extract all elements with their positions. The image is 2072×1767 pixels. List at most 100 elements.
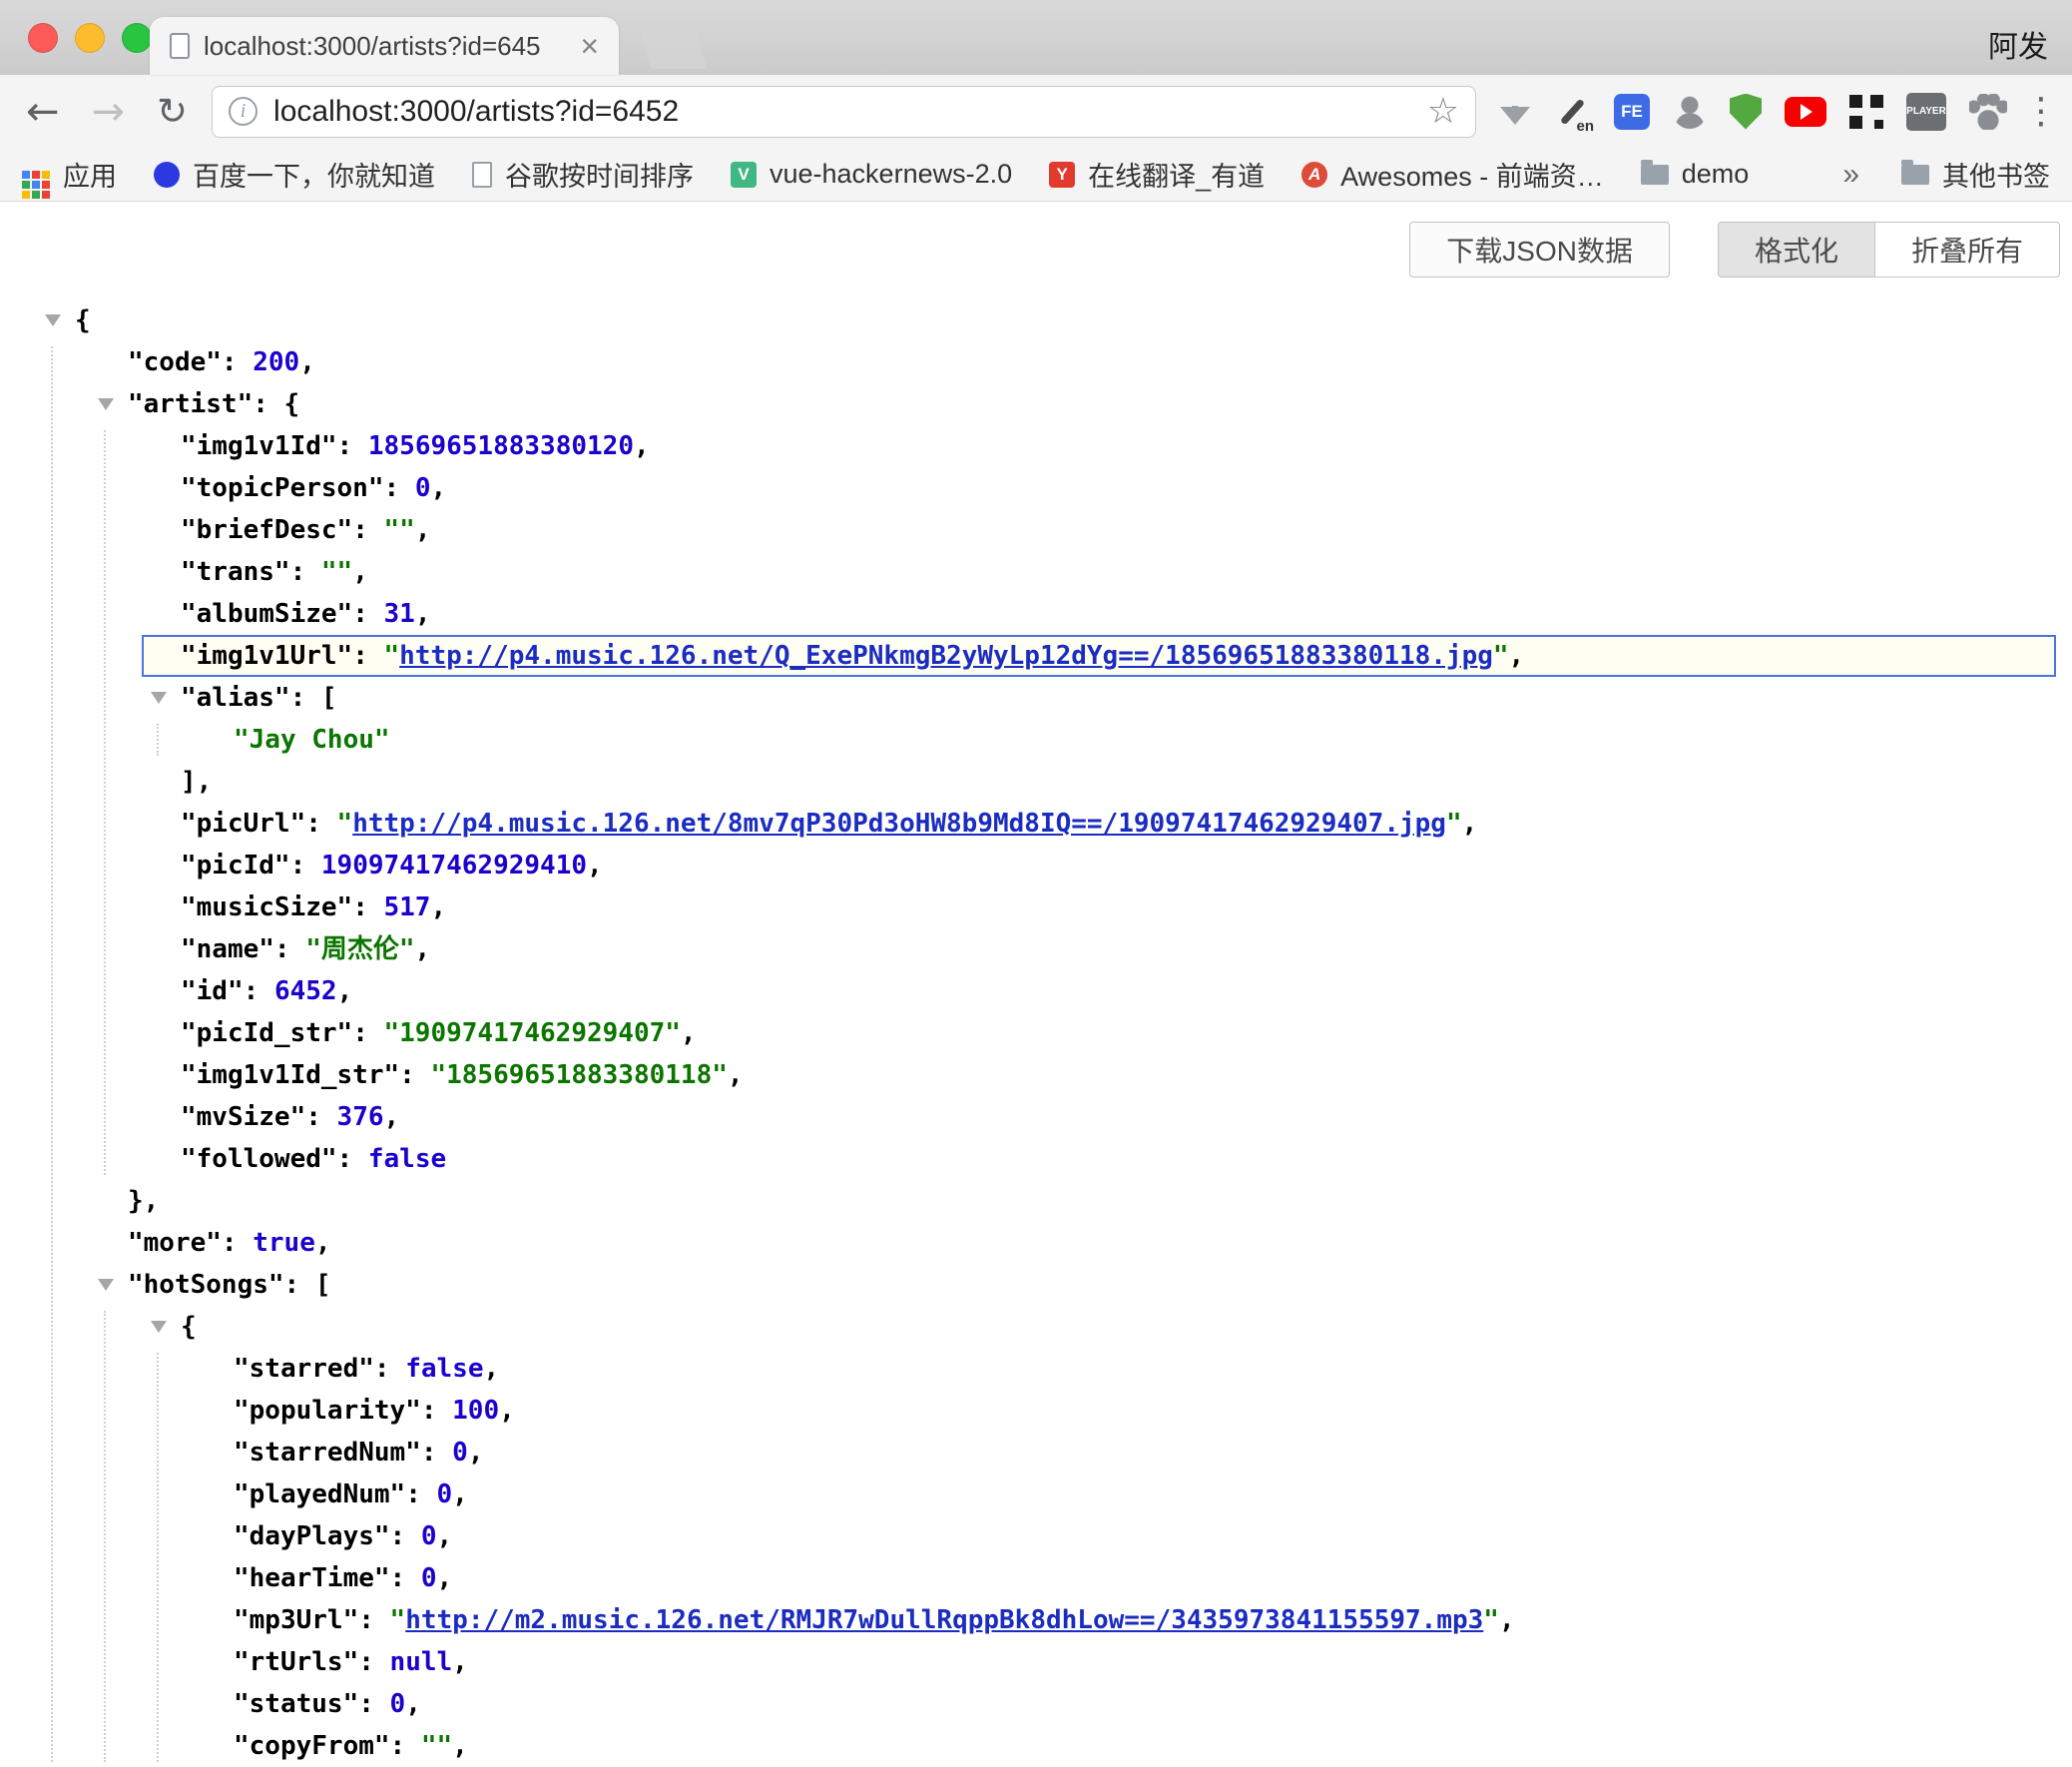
json-url-link[interactable]: http://p4.music.126.net/8mv7qP30Pd3oHW8b…	[352, 809, 1446, 839]
json-token: "starredNum"	[234, 1438, 421, 1468]
json-token: 376	[337, 1102, 384, 1132]
json-token: "周杰伦"	[305, 934, 414, 964]
json-token: ,	[384, 1102, 400, 1132]
json-token: :	[384, 473, 415, 503]
youtube-extension-icon[interactable]	[1785, 97, 1826, 127]
json-token: ,	[415, 934, 431, 964]
json-token: "popularity"	[234, 1396, 421, 1426]
collapse-triangle-icon[interactable]	[45, 314, 61, 326]
collapse-triangle-icon[interactable]	[151, 692, 167, 704]
profile-name[interactable]: 阿发	[1988, 22, 2048, 66]
site-info-icon[interactable]: i	[229, 97, 258, 126]
json-line: {	[0, 1306, 2072, 1348]
json-token: 0	[437, 1479, 453, 1509]
shield-extension-icon[interactable]	[1730, 94, 1762, 130]
fullscreen-window-button[interactable]	[122, 23, 152, 53]
json-line: "code": 200,	[0, 341, 2072, 383]
apps-icon	[22, 171, 30, 179]
en-badge: en	[1576, 118, 1594, 135]
tab-title: localhost:3000/artists?id=645	[204, 31, 570, 62]
json-token: "Jay Chou"	[234, 725, 390, 755]
new-tab-button[interactable]	[637, 19, 707, 69]
json-token: :	[290, 683, 321, 713]
browser-toolbar: ← → ↻ i localhost:3000/artists?id=6452 ☆…	[0, 75, 2072, 148]
tree-guide	[157, 724, 159, 756]
json-token: :	[222, 1228, 253, 1258]
json-line: "hotSongs": [	[0, 1264, 2072, 1306]
json-token: "briefDesc"	[181, 515, 352, 545]
tree-guide	[51, 346, 53, 1762]
collapse-triangle-icon[interactable]	[98, 398, 114, 410]
download-json-button[interactable]: 下载JSON数据	[1409, 222, 1670, 278]
funnel-extension-icon[interactable]	[1500, 107, 1530, 125]
json-token: null	[390, 1647, 453, 1677]
address-bar[interactable]: i localhost:3000/artists?id=6452 ☆	[212, 86, 1476, 138]
json-token: true	[253, 1228, 315, 1258]
json-token: "followed"	[181, 1144, 337, 1174]
json-token: ,	[587, 851, 603, 881]
bookmark-label: demo	[1682, 159, 1750, 190]
forward-button[interactable]: →	[92, 92, 126, 132]
bookmark-item[interactable]: Y在线翻译_有道	[1049, 155, 1265, 194]
json-url-link[interactable]: http://m2.music.126.net/RMJR7wDullRqppBk…	[405, 1605, 1483, 1635]
json-token: "img1v1Id"	[181, 431, 337, 461]
tab-close-icon[interactable]: ×	[580, 30, 599, 62]
json-token: ,	[315, 1228, 331, 1258]
json-token: ,	[452, 1647, 468, 1677]
bookmark-item[interactable]: 应用	[22, 155, 117, 194]
json-token: :	[390, 1563, 421, 1593]
minimize-window-button[interactable]	[75, 23, 105, 53]
json-line: "artist": {	[0, 383, 2072, 425]
back-button[interactable]: ←	[26, 92, 60, 132]
player-extension-icon[interactable]: PLAYER	[1906, 93, 1946, 131]
close-window-button[interactable]	[28, 23, 58, 53]
bookmark-item[interactable]: 百度一下，你就知道	[154, 155, 435, 194]
json-token: :	[305, 1102, 336, 1132]
json-line: "img1v1Id_str": "18569651883380118",	[0, 1054, 2072, 1096]
json-token: :	[358, 1605, 389, 1635]
person-extension-icon[interactable]	[1673, 95, 1707, 129]
bookmark-item[interactable]: 谷歌按时间排序	[472, 155, 694, 194]
browser-menu-icon[interactable]: ⋮	[2030, 91, 2052, 132]
json-token: :	[337, 431, 368, 461]
json-line: "Jay Chou"	[0, 719, 2072, 761]
json-token: ,	[499, 1396, 515, 1426]
page-favicon-icon	[170, 33, 190, 59]
json-token: "	[1493, 641, 1509, 671]
json-token: :	[222, 347, 253, 377]
url-text: localhost:3000/artists?id=6452	[273, 95, 1413, 129]
bookmark-label: Awesomes - 前端资…	[1340, 155, 1604, 194]
qr-extension-icon[interactable]	[1849, 95, 1883, 129]
bookmark-item[interactable]: AAwesomes - 前端资…	[1301, 155, 1604, 194]
browser-tab[interactable]: localhost:3000/artists?id=645 ×	[150, 17, 619, 75]
bookmark-item[interactable]: demo	[1641, 159, 1750, 190]
json-token: ""	[384, 515, 415, 545]
other-bookmarks-folder[interactable]: 其他书签	[1901, 155, 2050, 194]
json-token: :	[352, 641, 383, 671]
json-token: "img1v1Id_str"	[181, 1060, 399, 1090]
json-token: :	[290, 851, 321, 881]
bookmark-label: 在线翻译_有道	[1088, 155, 1265, 194]
collapse-triangle-icon[interactable]	[151, 1321, 167, 1333]
json-token: :	[352, 515, 383, 545]
json-line: "starredNum": 0,	[0, 1432, 2072, 1473]
bookmarks-overflow-chevron[interactable]: »	[1842, 158, 1859, 192]
page-content: 下载JSON数据 格式化 折叠所有 { "code": 200,"artist":…	[0, 202, 2072, 1751]
doc-icon	[472, 162, 492, 188]
youdao-translate-extension-icon[interactable]: en	[1553, 93, 1591, 131]
bookmark-label: 应用	[63, 155, 117, 194]
json-actions: 下载JSON数据 格式化 折叠所有	[0, 202, 2072, 278]
bookmark-star-icon[interactable]: ☆	[1427, 91, 1459, 132]
paw-extension-icon[interactable]	[1969, 94, 2007, 130]
tab-strip: localhost:3000/artists?id=645 × 阿发	[0, 0, 2072, 75]
json-token: {	[284, 389, 300, 419]
bookmark-item[interactable]: Vvue-hackernews-2.0	[731, 159, 1012, 190]
collapse-all-button[interactable]: 折叠所有	[1874, 222, 2060, 278]
reload-button[interactable]: ↻	[157, 93, 188, 130]
fe-extension-icon[interactable]: FE	[1614, 94, 1650, 130]
json-token: "playedNum"	[234, 1479, 405, 1509]
json-url-link[interactable]: http://p4.music.126.net/Q_ExePNkmgB2yWyL…	[399, 641, 1493, 671]
collapse-triangle-icon[interactable]	[98, 1279, 114, 1291]
json-token: :	[305, 809, 336, 839]
format-button[interactable]: 格式化	[1718, 222, 1875, 278]
